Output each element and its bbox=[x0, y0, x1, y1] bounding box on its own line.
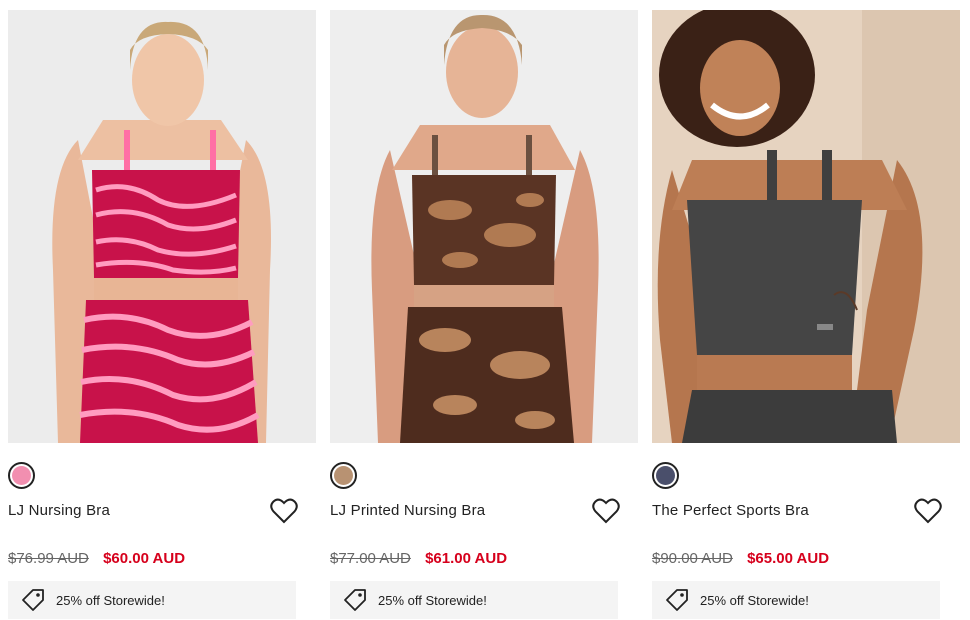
product-grid: LJ Nursing Bra $76.99 AUD $60.00 AUD 25%… bbox=[0, 0, 970, 620]
product-image[interactable] bbox=[330, 10, 638, 443]
sale-price: $65.00 AUD bbox=[747, 550, 830, 567]
product-image[interactable] bbox=[8, 10, 316, 443]
product-card: LJ Printed Nursing Bra $77.00 AUD $61.00… bbox=[330, 10, 638, 620]
product-name[interactable]: LJ Printed Nursing Bra bbox=[330, 502, 485, 519]
heart-icon[interactable] bbox=[592, 498, 620, 524]
original-price: $90.00 AUD bbox=[652, 550, 733, 567]
heart-icon[interactable] bbox=[270, 498, 298, 524]
promo-banner: 25% off Storewide! bbox=[652, 581, 940, 619]
price-block: $90.00 AUD $65.00 AUD bbox=[652, 550, 829, 567]
promo-text: 25% off Storewide! bbox=[700, 592, 809, 608]
swatch-fill bbox=[12, 466, 31, 485]
promo-banner: 25% off Storewide! bbox=[330, 581, 618, 619]
price-block: $76.99 AUD $60.00 AUD bbox=[8, 550, 185, 567]
heart-icon[interactable] bbox=[914, 498, 942, 524]
original-price: $77.00 AUD bbox=[330, 550, 411, 567]
color-swatch[interactable] bbox=[652, 462, 679, 489]
promo-text: 25% off Storewide! bbox=[56, 592, 165, 608]
original-price: $76.99 AUD bbox=[8, 550, 89, 567]
color-swatch[interactable] bbox=[8, 462, 35, 489]
tag-icon bbox=[22, 589, 44, 611]
product-name[interactable]: LJ Nursing Bra bbox=[8, 502, 110, 519]
swatch-fill bbox=[656, 466, 675, 485]
tag-icon bbox=[344, 589, 366, 611]
promo-text: 25% off Storewide! bbox=[378, 592, 487, 608]
product-name[interactable]: The Perfect Sports Bra bbox=[652, 502, 809, 519]
sale-price: $61.00 AUD bbox=[425, 550, 508, 567]
sale-price: $60.00 AUD bbox=[103, 550, 186, 567]
price-block: $77.00 AUD $61.00 AUD bbox=[330, 550, 507, 567]
tag-icon bbox=[666, 589, 688, 611]
color-swatch[interactable] bbox=[330, 462, 357, 489]
product-image[interactable] bbox=[652, 10, 960, 443]
product-card: LJ Nursing Bra $76.99 AUD $60.00 AUD 25%… bbox=[8, 10, 316, 620]
promo-banner: 25% off Storewide! bbox=[8, 581, 296, 619]
product-card: The Perfect Sports Bra $90.00 AUD $65.00… bbox=[652, 10, 960, 620]
swatch-fill bbox=[334, 466, 353, 485]
